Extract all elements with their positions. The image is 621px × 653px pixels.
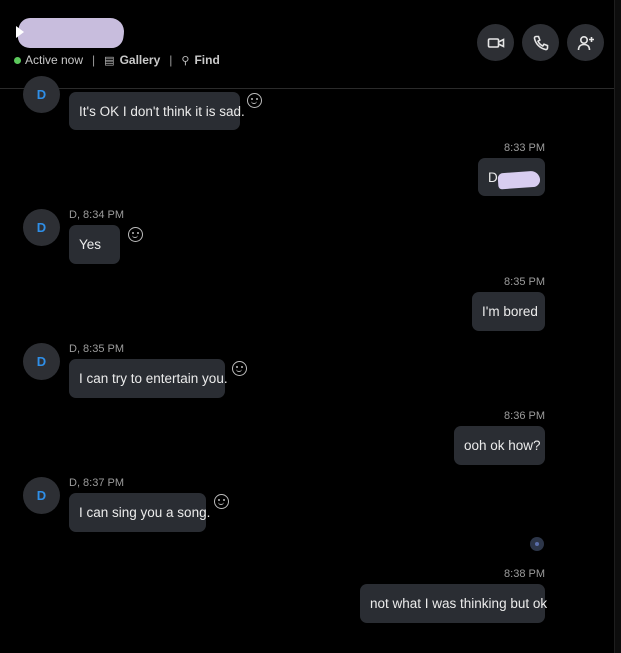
smiley-icon[interactable] bbox=[247, 93, 262, 108]
find-link[interactable]: ⚲ Find bbox=[181, 53, 219, 67]
contact-avatar[interactable]: D bbox=[23, 343, 60, 380]
cursor-icon bbox=[16, 26, 24, 38]
incoming-message-bubble[interactable]: I can try to entertain you. bbox=[69, 359, 228, 398]
gallery-label: Gallery bbox=[119, 53, 161, 67]
outgoing-message-bubble[interactable]: I'm bored bbox=[472, 292, 545, 331]
message-timestamp: 8:38 PM bbox=[504, 568, 545, 580]
avatar-initial: D bbox=[36, 488, 47, 503]
add-person-icon bbox=[577, 35, 594, 50]
find-label: Find bbox=[194, 53, 220, 67]
avatar-initial: D bbox=[36, 220, 47, 235]
audio-call-button[interactable] bbox=[522, 24, 559, 61]
separator: | bbox=[92, 53, 96, 67]
message-timestamp: 8:35 PM bbox=[504, 276, 545, 288]
smiley-icon[interactable] bbox=[214, 494, 229, 509]
contact-name-redacted bbox=[15, 18, 127, 48]
outgoing-message-bubble[interactable]: ooh ok how? bbox=[454, 426, 545, 465]
status-row: Active now | ▤ Gallery | ⚲ Find bbox=[14, 53, 220, 67]
phone-icon bbox=[533, 35, 548, 50]
magnifier-icon: ⚲ bbox=[181, 54, 190, 67]
contact-avatar[interactable]: D bbox=[23, 76, 60, 113]
presence-dot-icon bbox=[14, 56, 21, 64]
contact-avatar[interactable]: D bbox=[23, 477, 60, 514]
outgoing-message-bubble[interactable]: not what I was thinking but ok bbox=[360, 584, 547, 623]
separator: | bbox=[169, 53, 173, 67]
scrollbar[interactable] bbox=[614, 0, 621, 653]
message-sender-time: D, 8:35 PM bbox=[69, 343, 125, 355]
read-receipt-icon bbox=[530, 537, 544, 551]
message-redaction bbox=[497, 170, 541, 190]
message-sender-time: D, 8:34 PM bbox=[69, 209, 125, 221]
incoming-message-bubble[interactable]: It's OK I don't think it is sad. bbox=[69, 92, 245, 130]
chat-header: Active now | ▤ Gallery | ⚲ Find bbox=[0, 0, 615, 89]
contact-avatar[interactable]: D bbox=[23, 209, 60, 246]
video-call-button[interactable] bbox=[477, 24, 514, 61]
incoming-message-bubble[interactable]: I can sing you a song. bbox=[69, 493, 210, 532]
gallery-link[interactable]: ▤ Gallery bbox=[104, 53, 160, 67]
avatar-initial: D bbox=[36, 354, 47, 369]
message-sender-time: D, 8:37 PM bbox=[69, 477, 125, 489]
presence-status: Active now bbox=[25, 53, 84, 67]
message-timestamp: 8:36 PM bbox=[504, 410, 545, 422]
video-camera-icon bbox=[487, 37, 504, 48]
add-people-button[interactable] bbox=[567, 24, 604, 61]
smiley-icon[interactable] bbox=[128, 227, 143, 242]
gallery-icon: ▤ bbox=[104, 54, 115, 67]
avatar-initial: D bbox=[36, 87, 47, 102]
smiley-icon[interactable] bbox=[232, 361, 247, 376]
message-timestamp: 8:33 PM bbox=[504, 142, 545, 154]
incoming-message-bubble[interactable]: Yes bbox=[69, 225, 120, 264]
